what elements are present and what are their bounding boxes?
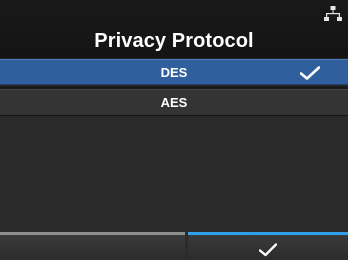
- page-title: Privacy Protocol: [94, 30, 254, 52]
- option-des[interactable]: DES: [0, 59, 348, 85]
- option-aes[interactable]: AES: [0, 89, 348, 116]
- option-label: AES: [160, 95, 188, 110]
- header-bar: Privacy Protocol: [0, 0, 348, 58]
- network-icon: [324, 6, 342, 21]
- printer-display: Privacy Protocol DES AES: [0, 0, 348, 260]
- checkmark-icon: [259, 243, 277, 257]
- option-label: DES: [160, 65, 188, 80]
- confirm-button[interactable]: [188, 232, 348, 260]
- softkey-left-button[interactable]: [0, 232, 185, 260]
- checkmark-icon: [300, 66, 320, 80]
- softkey-bar: [0, 232, 348, 260]
- option-list: DES AES: [0, 59, 348, 232]
